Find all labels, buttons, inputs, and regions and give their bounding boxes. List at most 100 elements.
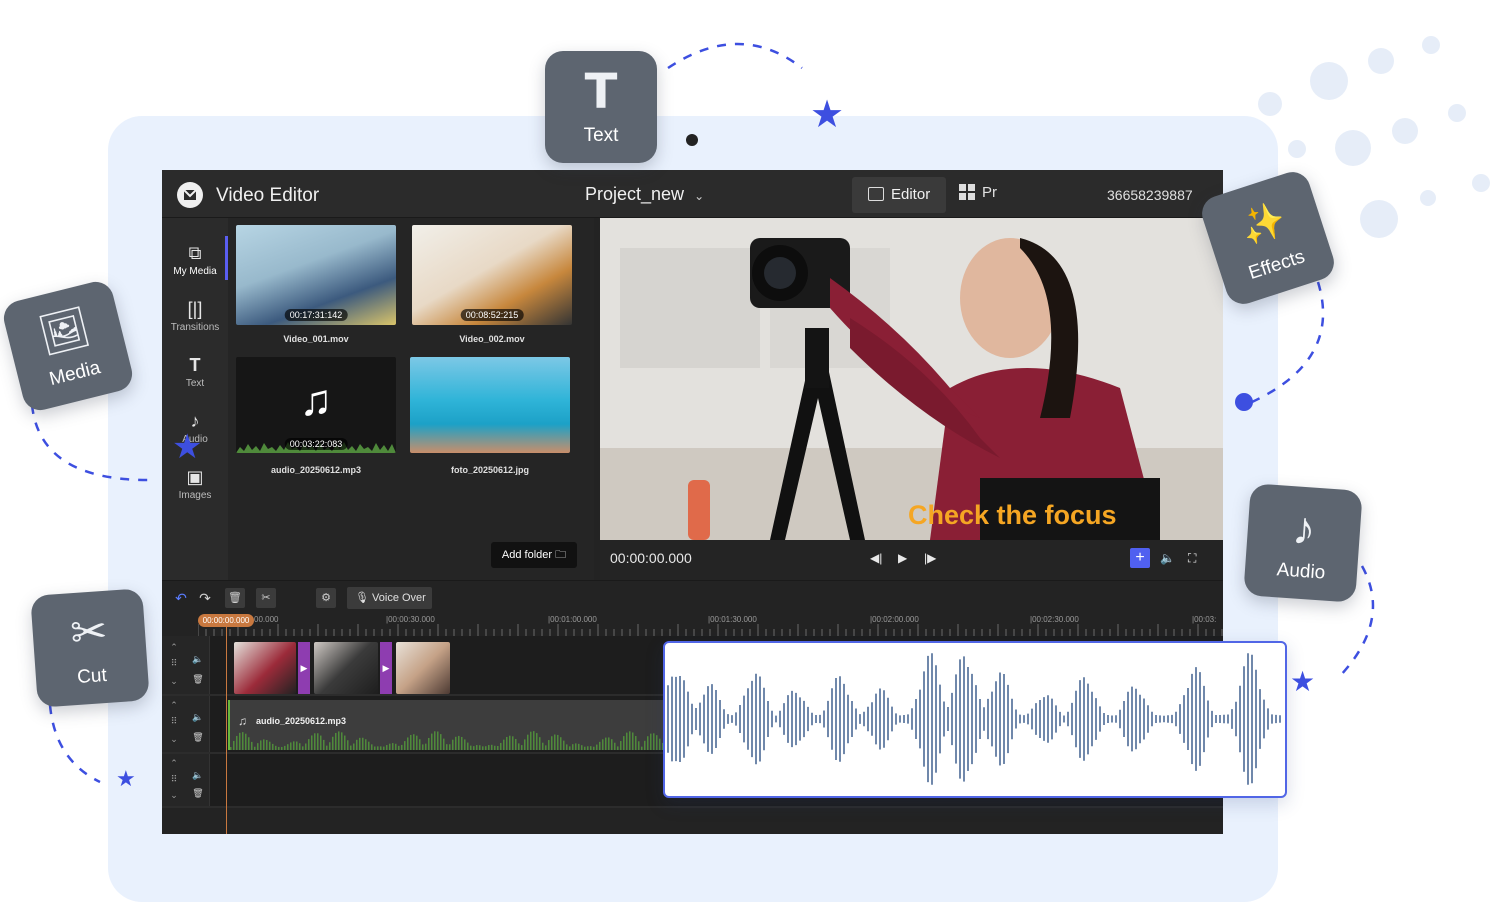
drag-handle-icon[interactable]: ⠿ [168, 658, 180, 669]
media-thumb-video-002[interactable]: 00:08:52:215 [412, 225, 572, 325]
chevron-up-icon[interactable]: ⌃ [168, 642, 180, 653]
feature-badge-audio: ♪ Audio [1243, 483, 1363, 603]
ruler-label: |00:02:00.000 [870, 615, 919, 624]
media-name: Video_002.mov [459, 334, 525, 344]
drag-handle-icon[interactable]: ⠿ [168, 716, 180, 727]
decor-star-icon: ★ [172, 428, 203, 466]
video-clip[interactable] [234, 642, 296, 694]
trash-icon[interactable]: 🗑 [192, 788, 204, 799]
tab-project-label: Pr [982, 184, 997, 201]
editor-icon [868, 187, 884, 201]
trash-icon[interactable]: 🗑 [192, 732, 204, 743]
sidebar-item-label: Text [185, 378, 205, 389]
add-to-timeline-button[interactable]: + [1130, 548, 1150, 568]
volume-icon[interactable]: 🔈 [1160, 551, 1175, 565]
preview-photo [600, 218, 1223, 540]
feature-badge-cut: ✂ Cut [30, 588, 150, 708]
playback-controls: 00:00:00.000 ◀| ▶ |▶ + 🔈 ⛶ [600, 540, 1223, 580]
step-back-icon[interactable]: ◀| [870, 551, 882, 565]
media-name: foto_20250612.jpg [450, 465, 530, 475]
decor-star-icon: ★ [116, 766, 136, 791]
media-thumb-video-001[interactable]: 00:17:31:142 [236, 225, 396, 325]
sidebar-item-images[interactable]: ▣ Images [162, 466, 228, 501]
speaker-icon[interactable]: 🔈 [192, 654, 204, 665]
chevron-up-icon[interactable]: ⌃ [168, 700, 180, 711]
track-header: ⌃ ⠿ ⌄ 🔈 🗑 [162, 636, 210, 694]
trash-icon[interactable]: 🗑 [192, 674, 204, 685]
scissors-icon: ✂ [68, 606, 110, 659]
media-thumb-photo[interactable] [410, 357, 570, 453]
folder-icon: 🗀 [555, 549, 567, 561]
sidebar-item-text[interactable]: T Text [162, 354, 228, 389]
ruler-label: |00:01:30.000 [708, 615, 757, 624]
transition-marker[interactable]: ▶ [298, 642, 310, 694]
media-stack-icon: ⧉ [188, 243, 202, 263]
play-icon[interactable]: ▶ [898, 551, 907, 565]
text-icon: T [189, 355, 201, 375]
settings-icon[interactable]: ⚙ [316, 588, 336, 608]
delete-icon[interactable]: 🗑 [225, 588, 245, 608]
marketing-stage: Video Editor Project_new ⌄ Editor Pr 3665… [0, 0, 1497, 906]
duration-badge: 00:08:52:215 [460, 309, 524, 321]
sidebar-item-label: Transitions [170, 322, 220, 333]
timeline-toolbar: ↶ ↷ 🗑 ✂ ⚙ 🎙 Voice Over [162, 580, 1223, 612]
playhead-line[interactable] [226, 626, 227, 834]
chevron-up-icon[interactable]: ⌃ [168, 758, 180, 769]
badge-label: Audio [1276, 559, 1326, 584]
ruler-label: |00:01:00.000 [548, 615, 597, 624]
transition-marker[interactable]: ▶ [380, 642, 392, 694]
waveform-graphic [667, 653, 1281, 785]
drag-handle-icon[interactable]: ⠿ [168, 774, 180, 785]
media-thumb-audio[interactable]: ♫ 00:03:22:083 [236, 357, 396, 453]
ruler-label: 00.000 [254, 615, 279, 624]
app-title: Video Editor [216, 185, 320, 206]
split-icon[interactable]: ✂ [256, 588, 276, 608]
text-icon: T [584, 64, 618, 120]
project-selector[interactable]: Project_new ⌄ [585, 184, 704, 205]
voice-over-button[interactable]: 🎙 Voice Over [347, 587, 432, 609]
sidebar-item-transitions[interactable]: [|] Transitions [162, 298, 228, 333]
media-name: audio_20250612.mp3 [270, 465, 362, 475]
voice-over-label: Voice Over [372, 592, 426, 604]
fullscreen-icon[interactable]: ⛶ [1188, 551, 1196, 566]
video-clip[interactable] [314, 642, 378, 694]
speaker-icon[interactable]: 🔈 [192, 712, 204, 723]
project-name: Project_new [585, 184, 685, 204]
media-name: Video_001.mov [283, 334, 349, 344]
grid-icon [959, 184, 975, 200]
feature-badge-text: T Text [545, 51, 657, 163]
microphone-icon: 🎙 [355, 592, 369, 604]
tab-project[interactable]: Pr [959, 184, 997, 201]
music-note-icon: ♫ [238, 714, 247, 728]
track-header: ⌃ ⠿ ⌄ 🔈 🗑 [162, 696, 210, 752]
add-folder-button[interactable]: Add folder 🗀 [491, 542, 577, 568]
media-panel: 00:17:31:142 Video_001.mov 00:08:52:215 … [228, 218, 656, 580]
tab-editor[interactable]: Editor [852, 177, 946, 213]
badge-label: Text [583, 125, 619, 146]
audio-clip-name: audio_20250612.mp3 [256, 716, 347, 726]
speaker-icon[interactable]: 🔈 [192, 770, 204, 781]
music-note-icon: ♪ [1290, 501, 1318, 555]
track-header: ⌃ ⠿ ⌄ 🔈 🗑 [162, 754, 210, 806]
chevron-down-icon[interactable]: ⌄ [168, 734, 180, 745]
music-note-icon: ♫ [299, 376, 333, 425]
redo-icon[interactable]: ↷ [196, 588, 214, 608]
chevron-down-icon[interactable]: ⌄ [168, 676, 180, 687]
timeline-ruler[interactable]: 00.000 |00:00:30.000 |00:01:00.000 |00:0… [198, 612, 1223, 636]
ruler-label: |00:02:30.000 [1030, 615, 1079, 624]
sidebar-item-label: Images [178, 490, 212, 501]
sidebar-item-my-media[interactable]: ⧉ My Media [162, 236, 228, 280]
preview-canvas: Check the focus [600, 218, 1223, 540]
video-clip[interactable] [396, 642, 450, 694]
add-folder-label: Add folder [501, 549, 553, 561]
badge-label: Cut [76, 664, 108, 688]
sidebar-item-label: My Media [173, 266, 217, 277]
undo-icon[interactable]: ↶ [172, 588, 190, 608]
preview-timecode: 00:00:00.000 [610, 550, 692, 566]
chevron-down-icon[interactable]: ⌄ [168, 790, 180, 801]
tab-editor-label: Editor [891, 186, 931, 203]
image-icon: ▣ [186, 467, 204, 487]
sidebar: ⧉ My Media [|] Transitions T Text ♪ Audi… [162, 218, 228, 580]
step-forward-icon[interactable]: |▶ [924, 551, 936, 565]
text-overlay[interactable]: Check the focus [908, 500, 1117, 531]
